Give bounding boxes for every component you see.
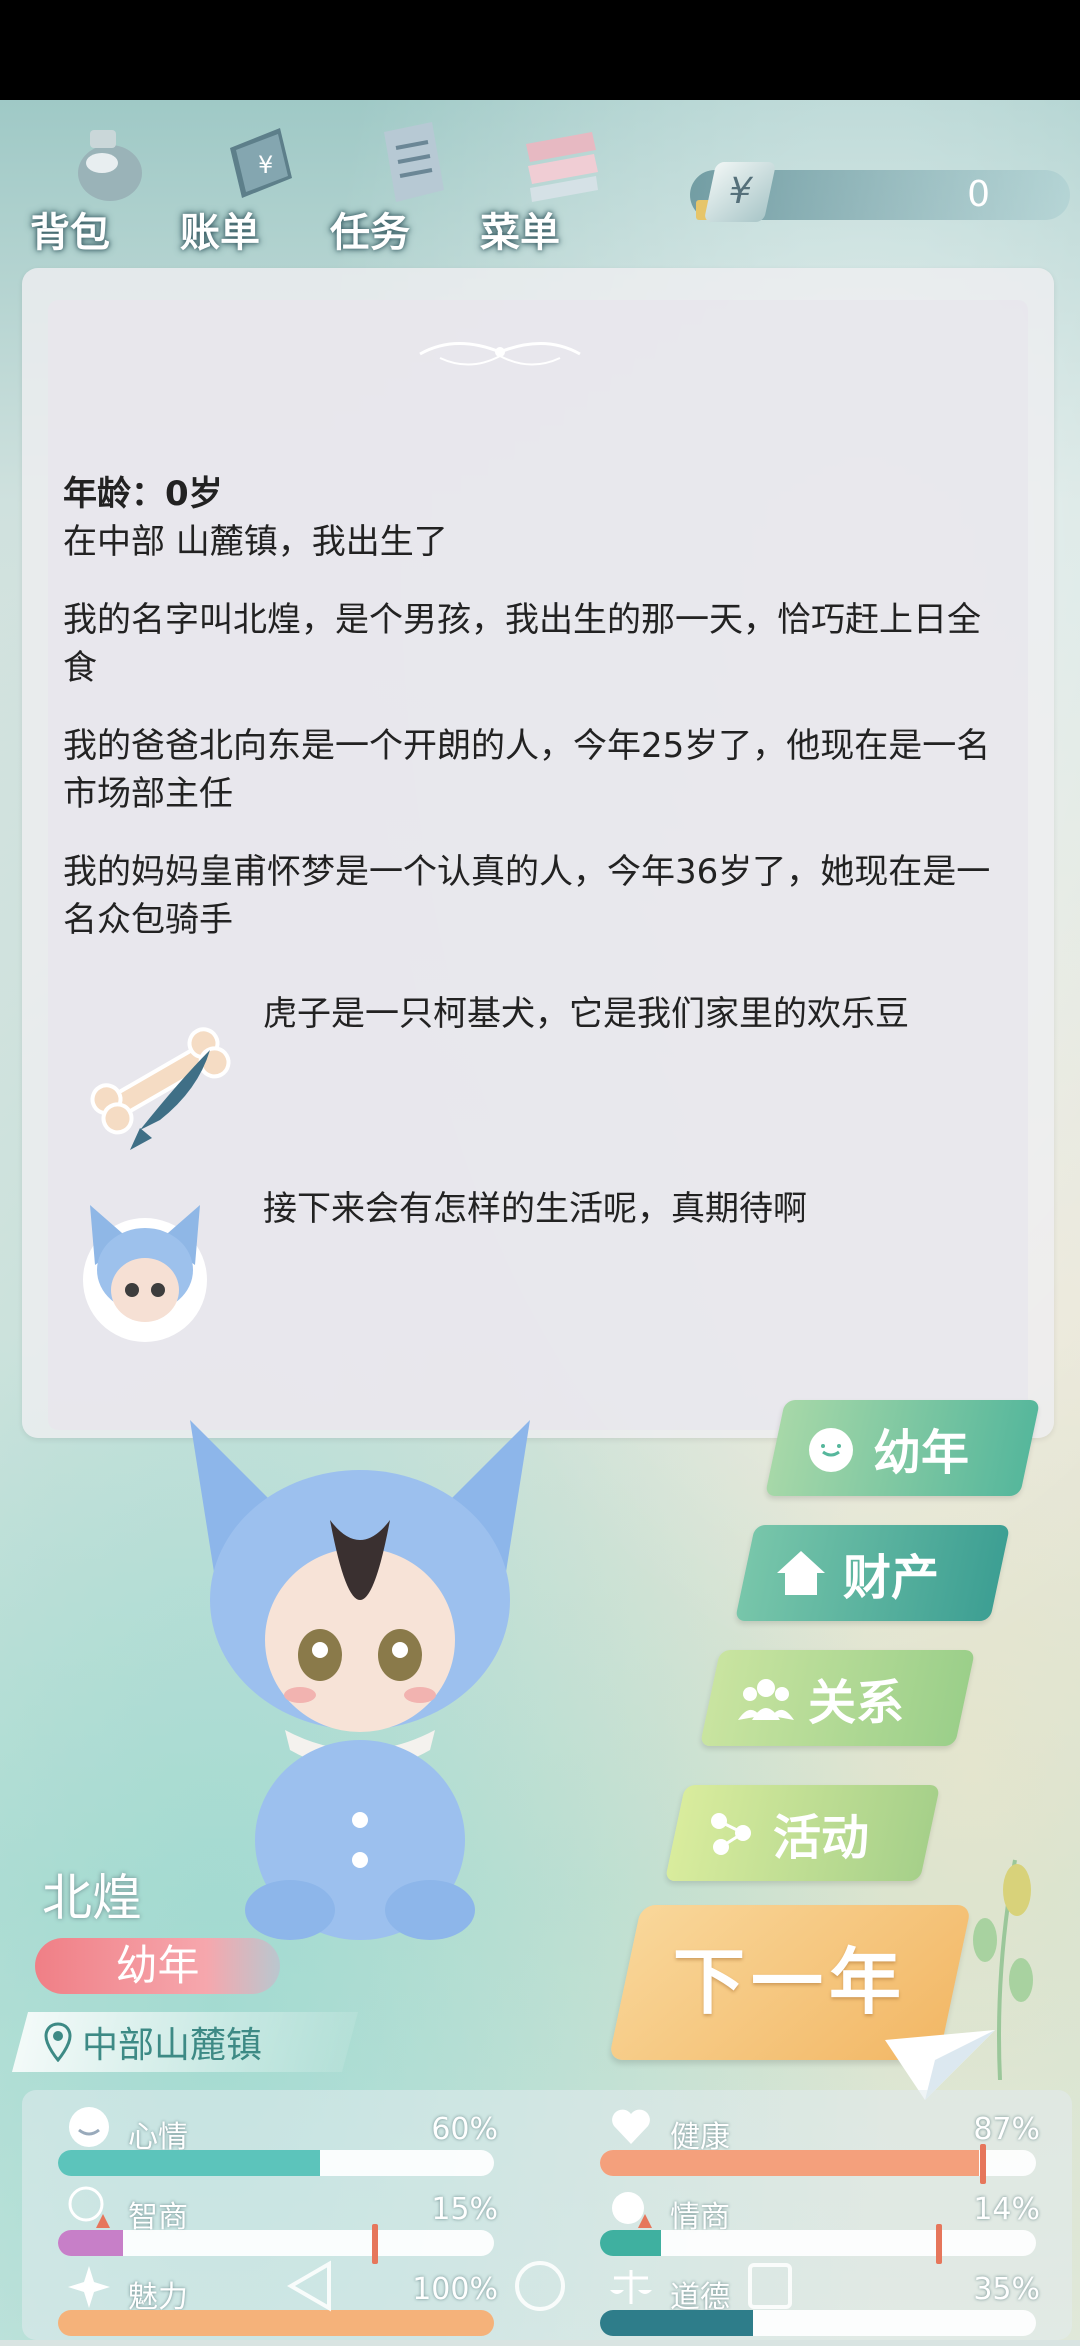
smile-icon <box>69 2107 109 2147</box>
menu-icon <box>526 132 598 202</box>
menu-button[interactable]: 菜单 <box>480 100 620 260</box>
yen-icon: ¥ <box>703 162 777 222</box>
baby-face-icon <box>809 1428 853 1472</box>
mood-bar-fill <box>58 2150 320 2176</box>
people-icon <box>738 1679 794 1720</box>
story-paragraph: 我的妈妈皇甫怀梦是一个认真的人，今年36岁了，她现在是一名众包骑手 <box>63 852 991 940</box>
location-tag: 中部山麓镇 <box>11 2012 359 2072</box>
svg-text:¥: ¥ <box>258 151 273 179</box>
ornament-icon <box>419 342 581 366</box>
bag-label: 背包 <box>30 210 110 256</box>
system-nav-bar <box>0 2250 1080 2340</box>
house-icon <box>777 1551 825 1595</box>
baby-character <box>190 1420 530 1940</box>
health-bar-fill <box>600 2150 980 2176</box>
activities-button[interactable]: 活动 <box>664 1785 941 1881</box>
health-marker <box>980 2144 986 2184</box>
relations-button[interactable]: 关系 <box>699 1650 976 1746</box>
story-paragraph: 我的名字叫北煌，是个男孩，我出生的那一天，恰巧赶上日全食 <box>63 600 981 688</box>
location-pin-icon <box>44 2022 72 2062</box>
pet-line: 虎子是一只柯基犬，它是我们家里的欢乐豆 <box>263 994 909 1034</box>
status-bar <box>0 0 1080 100</box>
baby-avatar-icon <box>83 1205 207 1342</box>
back-nav-icon[interactable] <box>285 2258 335 2314</box>
stat-health: 健康 87% <box>600 2109 1040 2186</box>
bone-fish-icon <box>90 1027 231 1150</box>
tasks-button[interactable]: 任务 <box>330 100 470 260</box>
bag-button[interactable]: 背包 <box>30 100 170 260</box>
assets-button[interactable]: 财产 <box>734 1525 1011 1621</box>
recents-nav-icon[interactable] <box>745 2258 795 2314</box>
bill-icon: ¥ <box>230 128 292 198</box>
stat-mood: 心情 60% <box>58 2107 498 2186</box>
born-line: 在中部 山麓镇，我出生了 <box>63 522 448 562</box>
age-line: 年龄：0岁 <box>63 474 223 514</box>
tasks-label: 任务 <box>330 210 410 256</box>
bill-label: 账单 <box>180 210 260 256</box>
home-nav-icon[interactable] <box>512 2258 568 2314</box>
apple-warning-icon <box>612 2192 652 2228</box>
assets-label: 财产 <box>843 1550 940 1606</box>
relations-label: 关系 <box>808 1675 905 1731</box>
childhood-button[interactable]: 幼年 <box>764 1400 1041 1496</box>
menu-label: 菜单 <box>480 210 560 256</box>
player-name: 北煌 <box>42 1869 142 1927</box>
money-amount: 0 <box>967 174 990 215</box>
paper-plane-icon <box>885 2030 995 2100</box>
heart-icon <box>612 2109 650 2144</box>
story-text: 年龄：0岁 在中部 山麓镇，我出生了 我的名字叫北煌，是个男孩，我出生的那一天，… <box>63 470 1013 974</box>
location-label: 中部山麓镇 <box>82 2025 263 2066</box>
ending-line: 接下来会有怎样的生活呢，真期待啊 <box>263 1189 807 1229</box>
activity-nodes-icon <box>711 1813 751 1855</box>
bag-icon <box>78 130 142 201</box>
activities-label: 活动 <box>773 1810 870 1866</box>
brain-warning-icon <box>68 2186 110 2228</box>
money-display: ¥ 0 <box>690 162 1070 222</box>
bill-button[interactable]: ¥ 账单 <box>180 100 320 260</box>
story-paragraph: 我的爸爸北向东是一个开朗的人，今年25岁了，他现在是一名市场部主任 <box>63 726 991 814</box>
life-stage-badge: 幼年 <box>35 1938 280 1994</box>
childhood-label: 幼年 <box>873 1425 970 1481</box>
task-list-icon <box>384 122 444 202</box>
